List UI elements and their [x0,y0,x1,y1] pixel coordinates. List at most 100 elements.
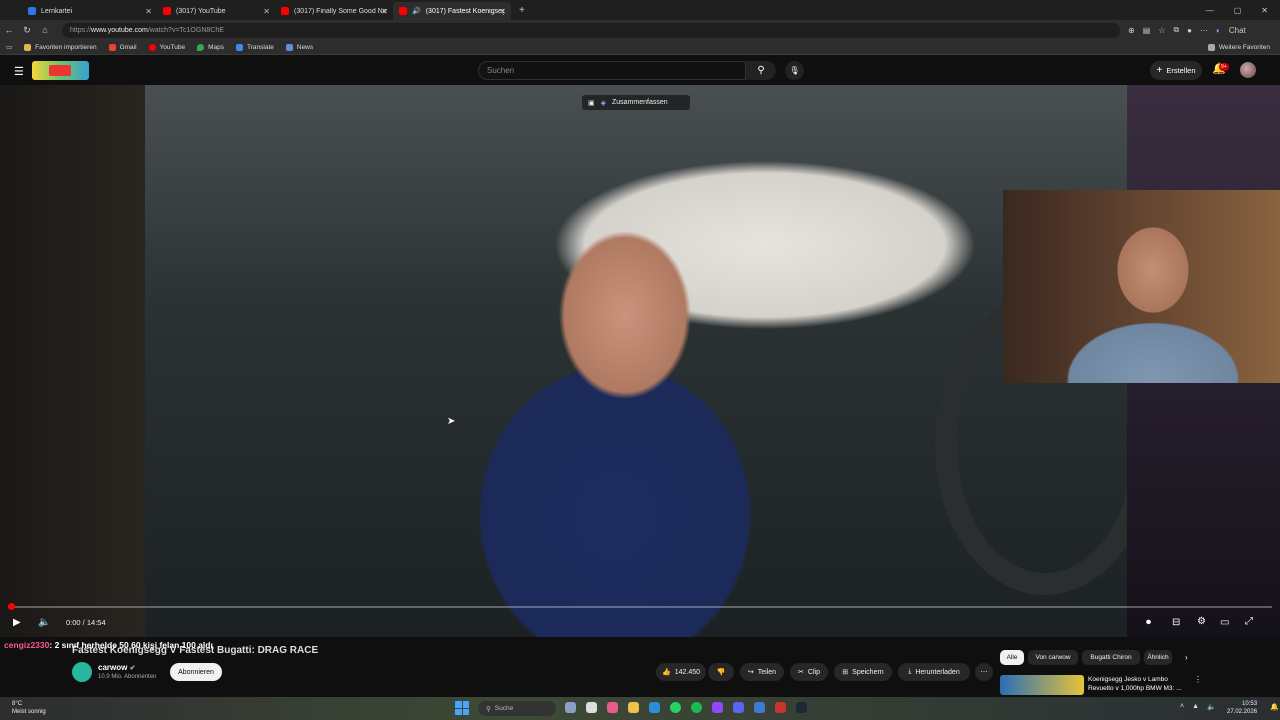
channel-name[interactable]: carwow ✔ [98,663,135,672]
close-icon[interactable]: ✕ [263,7,270,16]
taskbar-search[interactable]: ⚲ Suche [478,701,556,716]
bookmark-label: Gmail [119,43,137,51]
channel-avatar[interactable] [72,662,92,682]
close-icon[interactable]: ✕ [499,7,506,16]
chevron-right-icon[interactable]: › [1185,653,1188,662]
share-button[interactable]: ↪ Teilen [740,663,784,681]
favorite-star-icon[interactable]: ☆ [1158,26,1165,35]
start-icon[interactable] [455,701,469,715]
more-favorites[interactable]: Weitere Favoriten [1207,43,1270,51]
url-field[interactable]: https://www.youtube.com/watch?v=Tc1OGN8C… [62,22,1120,38]
settings-gear-icon[interactable]: ⚙ [1197,616,1206,627]
bookmark-maps[interactable]: Maps [197,43,225,51]
edge-icon[interactable] [649,702,660,713]
more-actions-button[interactable]: ⋯ [975,663,993,681]
youtube-logo[interactable] [32,61,89,80]
bookmark-youtube[interactable]: YouTube [148,43,186,51]
chat-label[interactable]: Chat [1229,26,1246,35]
taskbar-clock[interactable]: 10:53 27.02.2026 [1227,700,1257,716]
create-button[interactable]: + Erstellen [1150,61,1202,80]
minimize-icon[interactable]: — [1206,6,1214,15]
verified-icon: ✔ [129,665,136,672]
autoplay-toggle-icon[interactable]: ⏺ [1146,617,1151,628]
back-icon[interactable]: ← [0,25,18,35]
mic-button[interactable]: 🎙 [785,61,804,80]
file-icon[interactable] [586,702,597,713]
whatsapp-icon[interactable] [670,702,681,713]
app-icon[interactable] [775,702,786,713]
chip-similar[interactable]: Ähnlich [1144,650,1172,665]
bookmark-translate[interactable]: Translate [236,43,274,51]
volume-icon[interactable]: 🔈 [1207,703,1216,711]
download-button[interactable]: ⤓ Herunterladen [898,663,970,681]
search-input[interactable]: Suchen [478,61,746,80]
tab-youtube[interactable]: (3017) YouTube ✕ [157,2,275,20]
task-view-icon[interactable] [565,702,576,713]
recommendation-menu-icon[interactable]: ⋮ [1194,675,1202,684]
profile-icon[interactable]: ● [1187,26,1192,35]
weather-widget[interactable]: 8°C Meist sonnig [12,700,46,716]
tab-good-news[interactable]: (3017) Finally Some Good News Ab ✕ [275,2,393,20]
explorer-icon[interactable] [628,702,639,713]
save-button[interactable]: ⊞ Speichern [834,663,892,681]
bookmark-import[interactable]: Favoriten importieren [24,43,97,51]
bookmark-label: YouTube [159,43,186,51]
share-label: Teilen [757,668,777,676]
notification-icon[interactable]: 🔔 [1270,703,1279,711]
chip-all[interactable]: Alle [1000,650,1024,665]
sidebar-toggle-icon[interactable]: ▭ [6,43,12,51]
subtitles-icon[interactable]: ⊟ [1172,617,1180,628]
lernkartei-icon [28,7,36,15]
bookmark-icon: ⊞ [842,669,849,676]
extension-icon[interactable]: ⊕ [1128,26,1135,35]
bookmark-news[interactable]: News [285,43,313,51]
search-button[interactable]: ⚲ [746,61,776,80]
network-icon[interactable]: ▲ [1192,703,1199,711]
video-frame[interactable] [145,85,1127,637]
recommendation-title[interactable]: Koenigsegg Jesko v Lambo Revuelto v 1,00… [1088,675,1188,693]
chevron-up-icon[interactable]: ˄ [1180,703,1184,711]
fullscreen-icon[interactable]: ⤢ [1245,616,1253,627]
taskbar-search-label: Suche [494,705,514,712]
avatar[interactable] [1240,62,1256,78]
play-icon[interactable]: ▶ [13,617,21,628]
discord-icon[interactable] [733,702,744,713]
reader-icon[interactable]: ▤ [1143,26,1151,35]
app-icon[interactable] [754,702,765,713]
subscribe-button[interactable]: Abonnieren [170,663,222,681]
twitch-icon[interactable] [712,702,723,713]
bookmark-label: Maps [208,43,225,51]
volume-icon[interactable]: 🔈 [38,617,50,628]
copilot-icon[interactable]: ◐ [1216,26,1221,35]
bookmark-gmail[interactable]: Gmail [108,43,137,51]
chip-bugatti-chiron[interactable]: Bugatti Chiron [1082,650,1140,665]
tab-lernkartei[interactable]: Lernkartei ✕ [22,2,157,20]
close-icon[interactable]: ✕ [145,7,152,16]
home-icon[interactable]: ⌂ [36,25,54,35]
like-button[interactable]: 👍 142.450 [656,663,706,681]
new-tab-icon[interactable]: + [519,5,525,16]
close-window-icon[interactable]: ✕ [1261,6,1268,15]
spotify-icon[interactable] [691,702,702,713]
close-icon[interactable]: ✕ [381,7,388,16]
menu-icon[interactable]: ☰ [14,65,24,78]
progress-scrubber[interactable] [8,603,15,610]
time-display: 0:00 / 14:54 [66,618,106,627]
maximize-icon[interactable]: ▢ [1234,6,1242,15]
summarize-button[interactable]: ▣ ◈ Zusammenfassen [582,95,690,110]
clip-button[interactable]: ✂ Clip [790,663,828,681]
steam-icon[interactable] [796,702,807,713]
progress-bar[interactable] [8,606,1272,608]
collections-icon[interactable]: ⧉ [1173,25,1179,35]
tab-fastest-koenigsegg[interactable]: 🔊 (3017) Fastest Koenigsegg v F ✕ [393,2,511,20]
tab-label: (3017) Fastest Koenigsegg v F [425,7,504,15]
menu-dots-icon[interactable]: ⋯ [1200,26,1208,35]
notification-badge: 9+ [1219,63,1229,71]
miniplayer-icon[interactable]: ▭ [1220,617,1229,628]
reload-icon[interactable]: ↻ [18,25,36,36]
dislike-button[interactable]: 👎 [708,663,734,681]
chip-from-carwow[interactable]: Von carwow [1028,650,1078,665]
recommendation-thumbnail[interactable] [1000,675,1084,695]
subscriber-count: 10,9 Mio. Abonnenten [98,674,157,680]
app-icon[interactable] [607,702,618,713]
